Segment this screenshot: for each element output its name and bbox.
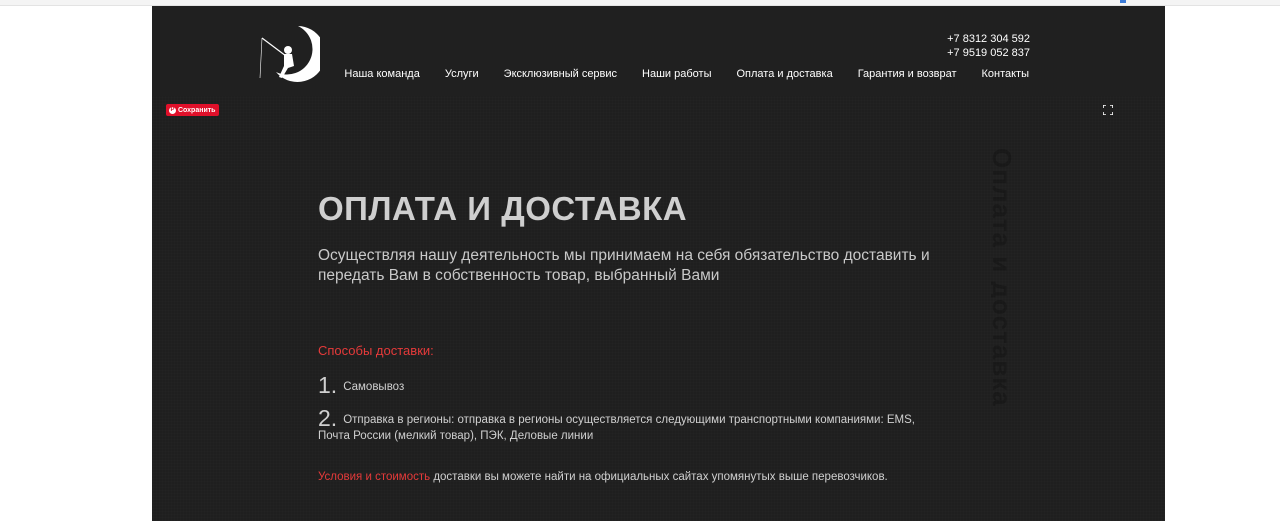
- phone-1[interactable]: +7 8312 304 592: [947, 32, 1030, 46]
- list-item-number: 2.: [318, 405, 338, 431]
- main-nav: Наша команда Услуги Эксклюзивный сервис …: [319, 68, 1029, 80]
- page-title: ОПЛАТА И ДОСТАВКА: [318, 190, 688, 227]
- conditions-rest: доставки вы можете найти на официальных …: [430, 471, 888, 483]
- list-item-text: Отправка в регионы: отправка в регионы о…: [318, 414, 915, 442]
- fullscreen-icon[interactable]: [1103, 105, 1113, 115]
- nav-item-warranty[interactable]: Гарантия и возврат: [858, 68, 957, 80]
- nav-item-exclusive[interactable]: Эксклюзивный сервис: [504, 68, 617, 80]
- page-subtitle: Осуществляя нашу деятельность мы принима…: [318, 247, 930, 284]
- background-watermark-text: Оплата и доставка: [991, 148, 1017, 407]
- list-item: 2. Отправка в регионы: отправка в регионы…: [318, 407, 938, 444]
- nav-item-team[interactable]: Наша команда: [344, 68, 419, 80]
- browser-indicator: [1120, 0, 1126, 3]
- delivery-methods-heading: Способы доставки:: [318, 343, 434, 358]
- pinterest-icon: P: [169, 106, 176, 114]
- list-item-number: 1.: [318, 372, 338, 398]
- nav-item-payment[interactable]: Оплата и доставка: [737, 68, 833, 80]
- site-header: +7 8312 304 592 +7 9519 052 837 Наша ком…: [152, 6, 1165, 96]
- conditions-link[interactable]: Условия и стоимость: [318, 471, 430, 483]
- conditions-text: Условия и стоимость доставки вы можете н…: [318, 471, 888, 483]
- logo-moon-fisher-icon[interactable]: [258, 22, 320, 84]
- phone-2[interactable]: +7 9519 052 837: [947, 46, 1030, 60]
- phone-numbers: +7 8312 304 592 +7 9519 052 837: [947, 32, 1030, 60]
- nav-item-services[interactable]: Услуги: [445, 68, 479, 80]
- list-item: 1. Самовывоз: [318, 374, 405, 397]
- list-item-text: Самовывоз: [343, 381, 405, 393]
- pinterest-save-button[interactable]: P Сохранить: [166, 104, 220, 116]
- nav-item-works[interactable]: Наши работы: [642, 68, 711, 80]
- nav-item-contacts[interactable]: Контакты: [981, 68, 1029, 80]
- hero-section: P Сохранить Оплата и доставка ОПЛАТА И Д…: [152, 96, 1165, 521]
- save-label: Сохранить: [178, 106, 216, 114]
